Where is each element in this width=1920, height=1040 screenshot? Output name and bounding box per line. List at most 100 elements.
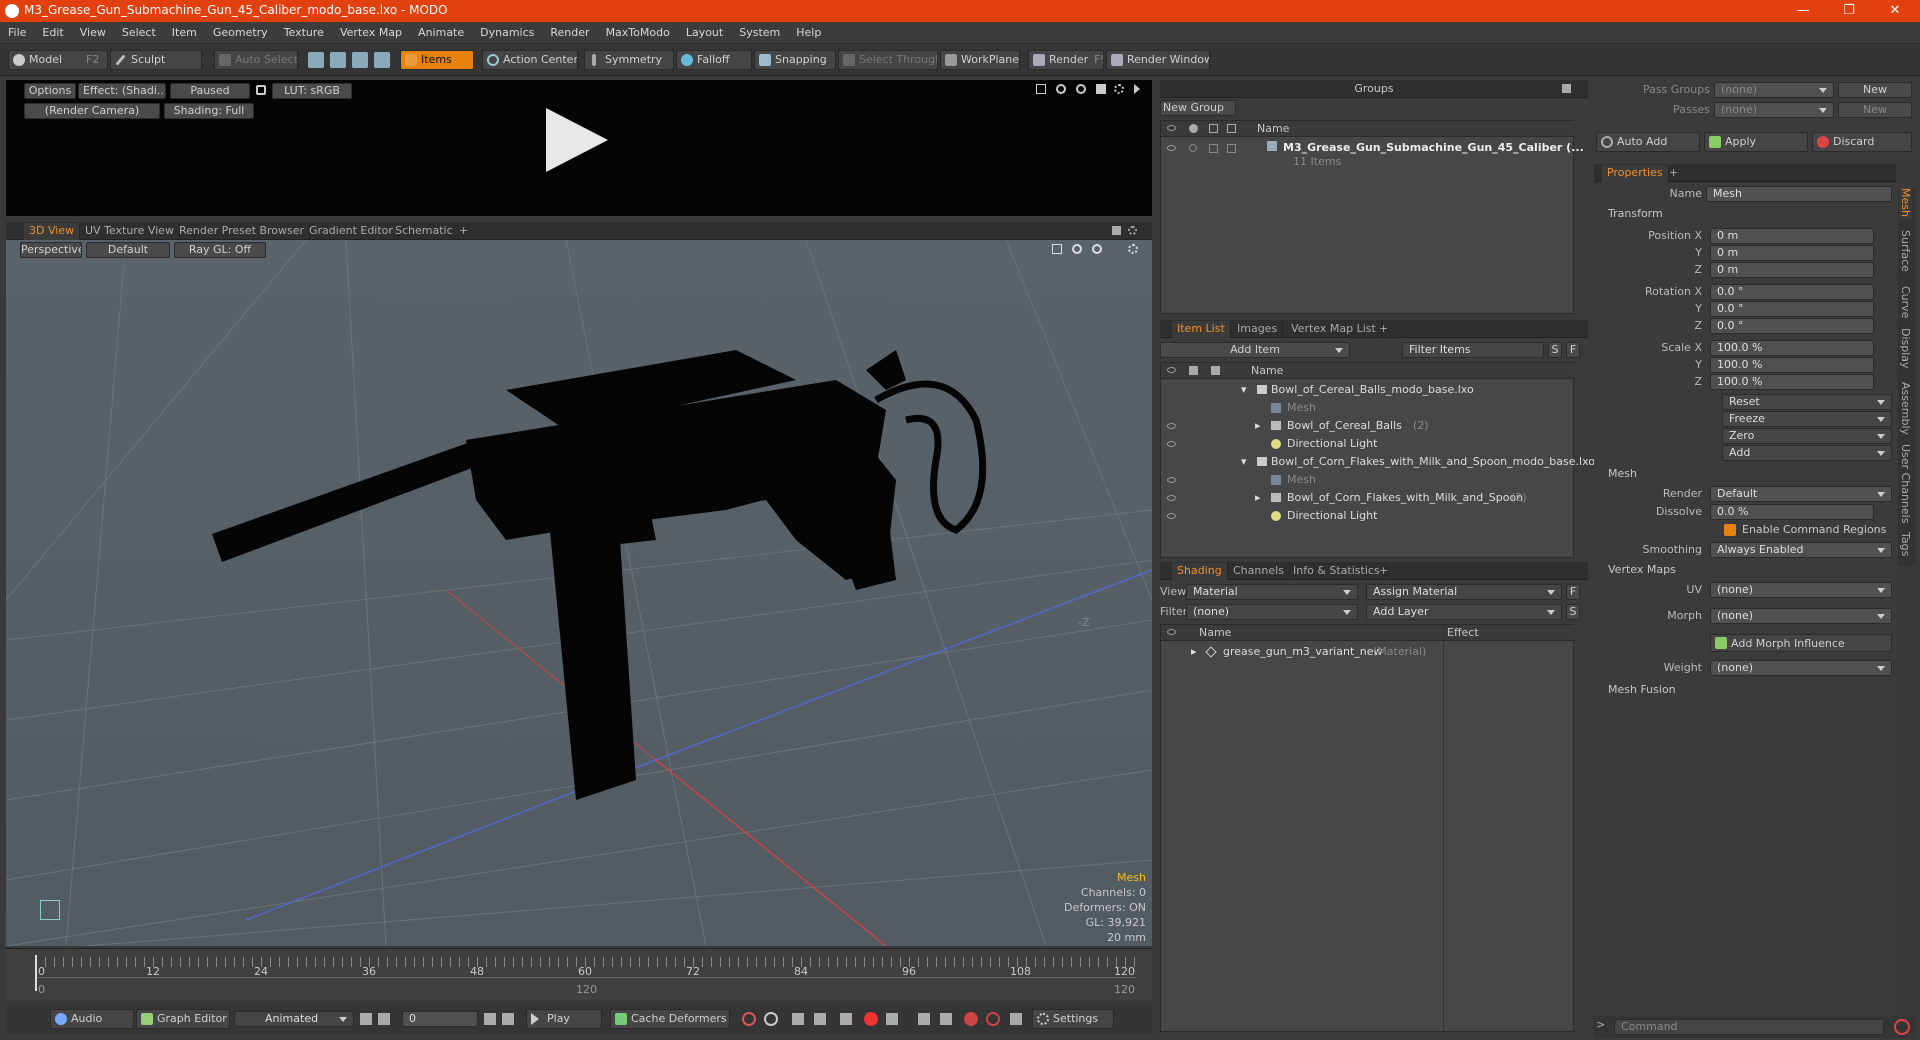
menu-help[interactable]: Help [788, 22, 829, 44]
tree-row-scene[interactable]: ▾ Bowl_of_Corn_Flakes_with_Milk_and_Spoo… [1161, 453, 1595, 471]
reset-dropdown[interactable]: Reset [1722, 394, 1892, 410]
pan-icon[interactable] [1052, 244, 1062, 254]
dissolve-input[interactable]: 0.0 % [1710, 504, 1874, 520]
lock-icon[interactable] [256, 85, 266, 95]
section-vertex-maps[interactable]: Vertex Maps [1608, 562, 1676, 578]
add-layer-dropdown[interactable]: Add Layer [1366, 604, 1562, 620]
tab-uv-texture-view[interactable]: UV Texture View [80, 223, 180, 240]
render-icon[interactable] [1189, 124, 1198, 133]
record-icon[interactable] [864, 1012, 878, 1026]
tree-row-light[interactable]: Directional Light [1161, 435, 1575, 453]
shading-dropdown[interactable]: Shading: Full [164, 103, 254, 119]
section-mesh-fusion[interactable]: Mesh Fusion [1608, 682, 1676, 698]
groups-list[interactable]: Name M3_Grease_Gun_Submachine_Gun_45_Cal… [1160, 120, 1584, 314]
scale-x-input[interactable]: 100.0 % [1710, 340, 1874, 356]
expand-icon[interactable]: ▸ [1255, 417, 1261, 435]
add-tab-button[interactable]: + [1664, 165, 1683, 182]
close-button[interactable]: ✕ [1872, 0, 1918, 22]
rotation-x-input[interactable]: 0.0 ° [1710, 284, 1874, 300]
perspective-dropdown[interactable]: Perspective [20, 242, 82, 258]
lock-icon[interactable] [1189, 366, 1198, 375]
graph-editor-button[interactable]: Graph Editor [136, 1009, 230, 1029]
tree-row-scene[interactable]: ▾ Bowl_of_Cereal_Balls_modo_base.lxo [1161, 381, 1575, 399]
tab-channels[interactable]: Channels [1228, 563, 1290, 580]
sculpt-button[interactable]: Sculpt [110, 50, 202, 70]
vertices-mode-icon[interactable] [308, 52, 324, 68]
group-row[interactable]: M3_Grease_Gun_Submachine_Gun_45_Caliber … [1161, 139, 1584, 168]
tab-render-preset-browser[interactable]: Render Preset Browser [174, 223, 311, 240]
stop-icon[interactable] [1894, 1019, 1910, 1035]
gear-icon[interactable] [1128, 226, 1137, 235]
add-morph-influence-button[interactable]: Add Morph Influence [1710, 634, 1892, 652]
playhead[interactable] [35, 955, 37, 991]
eye-icon[interactable] [1167, 125, 1176, 131]
add-dropdown[interactable]: Add [1722, 445, 1892, 461]
eye-icon[interactable] [1167, 367, 1176, 373]
preview-options-button[interactable]: Options [24, 83, 76, 99]
delete-key-icon[interactable] [986, 1012, 1000, 1026]
menu-render[interactable]: Render [542, 22, 597, 44]
shading-s-button[interactable]: S [1566, 604, 1580, 620]
step-forward-icon[interactable] [484, 1013, 496, 1025]
add-tab-button[interactable]: + [1374, 563, 1393, 580]
step-back-icon[interactable] [378, 1013, 390, 1025]
render-button[interactable]: RenderF9 [1028, 50, 1104, 70]
uv-dropdown[interactable]: (none) [1710, 582, 1892, 598]
key-mode-icon[interactable] [840, 1013, 852, 1025]
new-pass-button[interactable]: New [1838, 102, 1912, 118]
item-tree[interactable]: Name ▾ Bowl_of_Cereal_Balls_modo_base.lx… [1160, 362, 1595, 558]
discard-button[interactable]: Discard [1812, 132, 1912, 152]
pass-groups-dropdown[interactable]: (none) [1714, 82, 1834, 98]
expand-icon[interactable] [1562, 84, 1571, 93]
eye-icon[interactable] [1167, 495, 1176, 501]
side-tab-assembly[interactable]: Assembly [1899, 382, 1912, 435]
gear-icon[interactable] [1128, 244, 1138, 254]
zoom-icon[interactable] [1076, 84, 1086, 94]
menu-vertex-map[interactable]: Vertex Map [332, 22, 410, 44]
menu-item[interactable]: Item [164, 22, 205, 44]
move-icon[interactable] [1036, 84, 1046, 94]
timeline[interactable]: 0 12 24 36 48 60 72 84 96 108 120 0 120 … [6, 948, 1152, 1000]
rotation-y-input[interactable]: 0.0 ° [1710, 301, 1874, 317]
new-group-button[interactable]: New Group [1160, 100, 1236, 116]
select-icon[interactable] [1227, 144, 1236, 153]
shader-tree[interactable]: Name Effect ▸ grease_gun_m3_variant_new … [1160, 624, 1575, 1033]
play-button[interactable]: Play [526, 1009, 602, 1029]
render-dropdown[interactable]: Default [1710, 486, 1892, 502]
select-through-button[interactable]: Select Through [838, 50, 938, 70]
smoothing-dropdown[interactable]: Always Enabled [1710, 542, 1892, 558]
maximize-button[interactable]: ❐ [1826, 0, 1872, 22]
render-icon[interactable] [1189, 144, 1197, 152]
expand-icon[interactable]: ▾ [1241, 453, 1247, 471]
lock-icon[interactable] [1209, 144, 1218, 153]
default-style-dropdown[interactable]: Default [86, 242, 170, 258]
add-item-dropdown[interactable]: Add Item [1160, 342, 1350, 358]
expand-icon[interactable]: ▸ [1255, 489, 1261, 507]
freeze-dropdown[interactable]: Freeze [1722, 411, 1892, 427]
enable-command-regions-checkbox[interactable] [1724, 524, 1736, 536]
side-tab-user-channels[interactable]: User Channels [1899, 444, 1912, 523]
minimize-button[interactable]: — [1780, 0, 1826, 22]
tree-row-mesh[interactable]: Mesh [1161, 471, 1575, 489]
action-center-button[interactable]: Action Center [482, 50, 578, 70]
morph-dropdown[interactable]: (none) [1710, 608, 1892, 624]
side-tab-surface[interactable]: Surface [1899, 230, 1912, 272]
last-key-icon[interactable] [940, 1013, 952, 1025]
menu-animate[interactable]: Animate [410, 22, 472, 44]
command-input[interactable]: Command [1614, 1019, 1884, 1035]
symmetry-button[interactable]: Symmetry [584, 50, 674, 70]
snapping-button[interactable]: Snapping [754, 50, 836, 70]
key-options-icon[interactable] [1010, 1013, 1022, 1025]
filter-items-input[interactable]: Filter Items [1402, 342, 1544, 358]
assign-material-dropdown[interactable]: Assign Material [1366, 584, 1562, 600]
lut-dropdown[interactable]: LUT: sRGB [272, 83, 352, 99]
orbit-icon[interactable] [1072, 244, 1082, 254]
skip-start-icon[interactable] [360, 1013, 372, 1025]
tab-gradient-editor[interactable]: Gradient Editor [304, 223, 399, 240]
edges-mode-icon[interactable] [330, 52, 346, 68]
preview-paused-button[interactable]: Paused [170, 83, 250, 99]
side-tab-mesh[interactable]: Mesh [1899, 186, 1912, 219]
auto-add-button[interactable]: Auto Add [1596, 132, 1700, 152]
key-icon[interactable] [742, 1012, 756, 1026]
tree-row-group[interactable]: ▸ Bowl_of_Cereal_Balls (2) [1161, 417, 1575, 435]
